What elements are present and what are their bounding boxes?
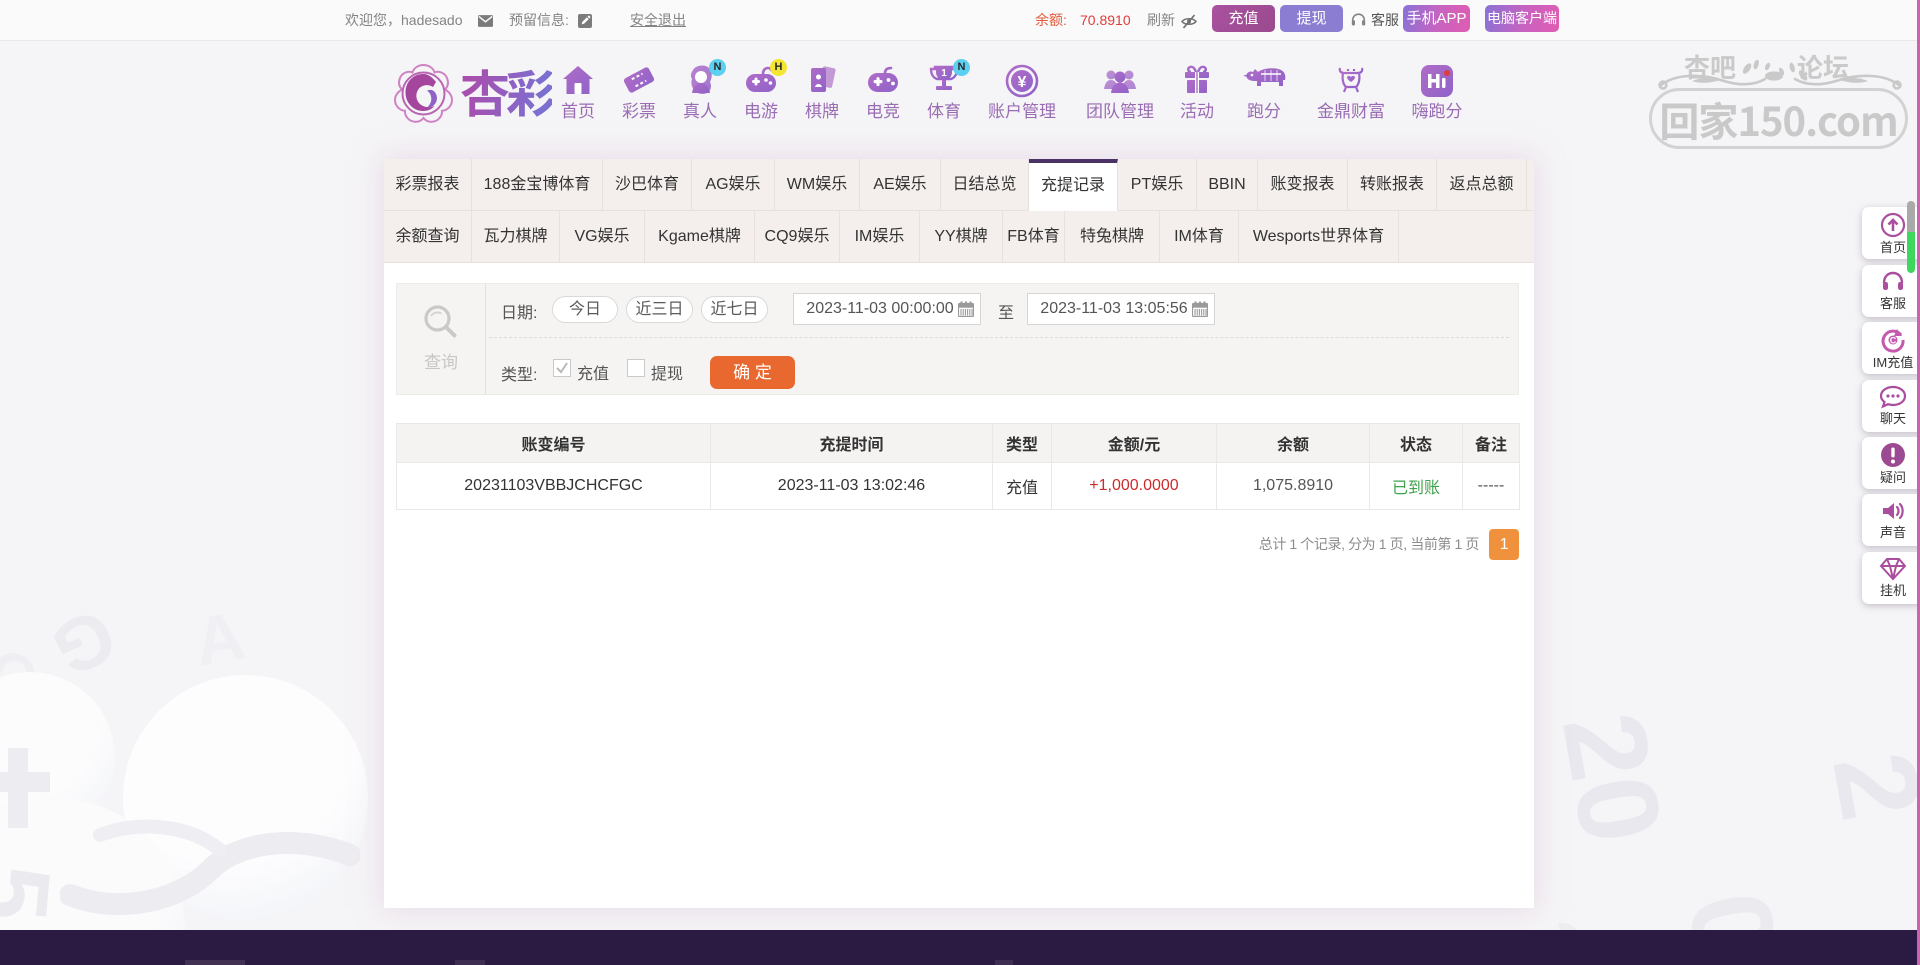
svg-text:C: C [1890,336,1897,346]
svg-text:1: 1 [941,68,947,79]
svg-text:¥: ¥ [1018,74,1027,91]
